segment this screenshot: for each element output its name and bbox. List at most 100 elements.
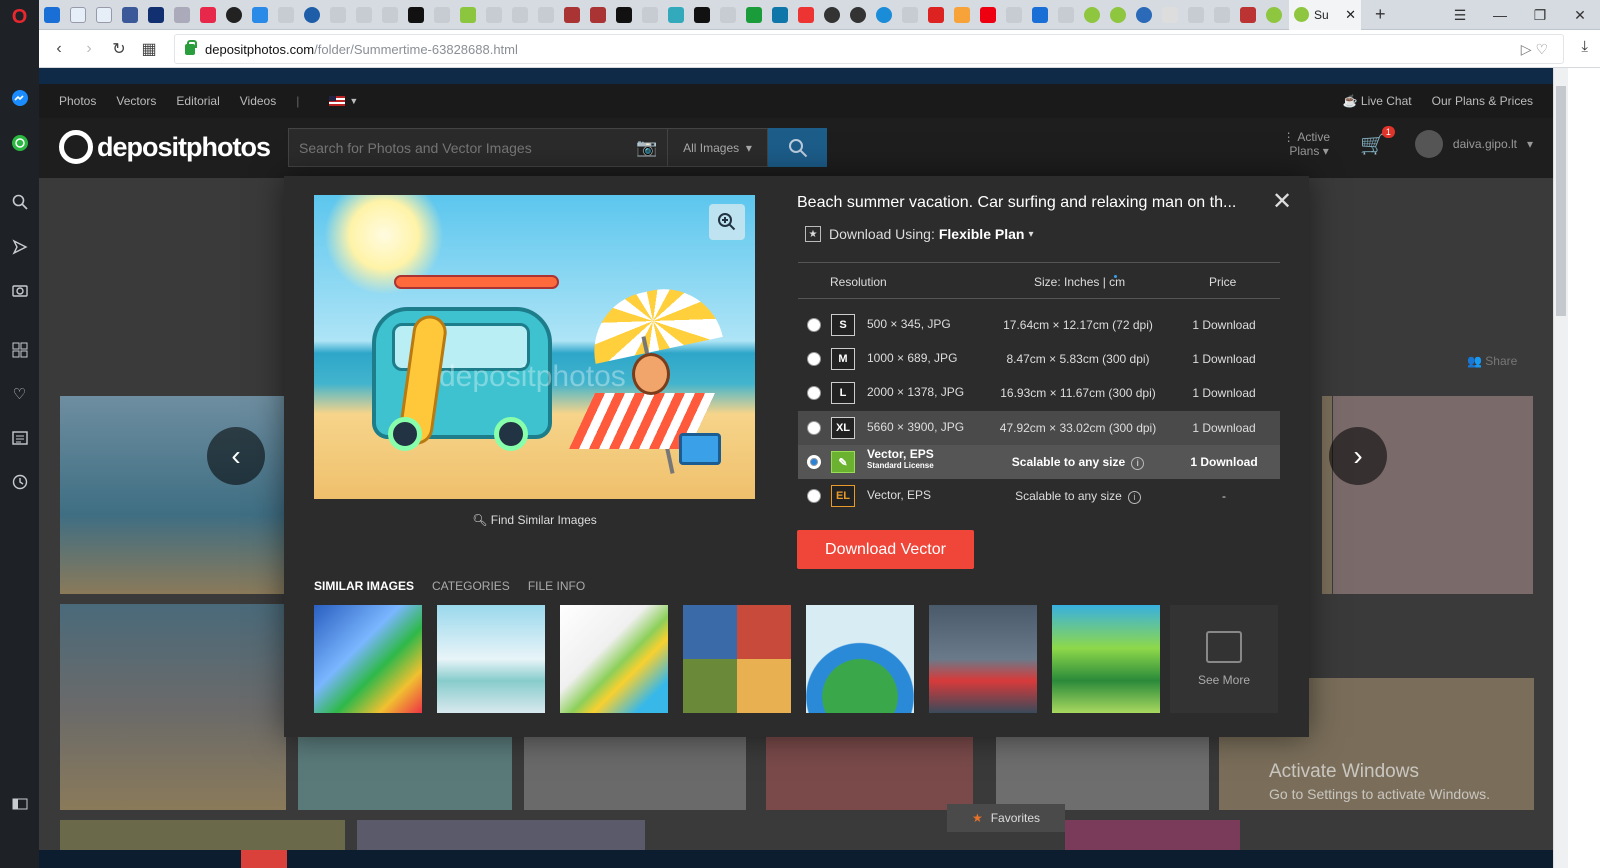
tab-icon[interactable] <box>429 0 455 30</box>
nav-videos[interactable]: Videos <box>240 94 276 108</box>
resolution-row[interactable]: L 2000 × 1378, JPG 16.93cm × 11.67cm (30… <box>798 376 1280 410</box>
tab-icon[interactable] <box>65 0 91 30</box>
close-tab-icon[interactable]: ✕ <box>1345 7 1356 23</box>
messenger-icon[interactable] <box>8 86 31 109</box>
news-icon[interactable] <box>8 426 31 449</box>
page-scrollbar[interactable] <box>1553 68 1568 868</box>
tab-icon[interactable] <box>143 0 169 30</box>
tab-icon[interactable] <box>481 0 507 30</box>
radio-button[interactable] <box>807 489 821 503</box>
minimize-button[interactable]: — <box>1480 7 1520 23</box>
tab-icon[interactable] <box>1001 0 1027 30</box>
zoom-in-icon[interactable] <box>709 204 745 240</box>
share-button[interactable]: 👥 Share <box>1467 354 1517 368</box>
send-icon[interactable] <box>8 235 31 258</box>
download-vector-button[interactable]: Download Vector <box>797 530 974 569</box>
search-icon[interactable] <box>8 190 31 213</box>
user-menu[interactable]: daiva.gipo.lt ▾ <box>1414 130 1533 158</box>
back-icon[interactable]: ‹ <box>44 40 74 58</box>
tab-icon[interactable] <box>299 0 325 30</box>
nav-photos[interactable]: Photos <box>59 94 96 108</box>
resolution-row[interactable]: S 500 × 345, JPG 17.64cm × 12.17cm (72 d… <box>798 308 1280 342</box>
reload-icon[interactable]: ↻ <box>104 39 134 59</box>
tab-icon[interactable] <box>689 0 715 30</box>
radio-button[interactable] <box>807 352 821 366</box>
similar-image[interactable] <box>437 605 545 713</box>
active-tab[interactable]: Su ✕ <box>1289 0 1361 30</box>
scrollbar-thumb[interactable] <box>1556 86 1566 316</box>
tab-categories[interactable]: CATEGORIES <box>432 579 510 593</box>
tab-icon[interactable] <box>117 0 143 30</box>
tab-icon[interactable] <box>975 0 1001 30</box>
radio-button-selected[interactable] <box>807 455 821 469</box>
tab-icon[interactable] <box>273 0 299 30</box>
tab-icon[interactable] <box>1105 0 1131 30</box>
cart-icon[interactable]: 🛒 1 <box>1360 125 1395 157</box>
tab-icon[interactable] <box>1261 0 1287 30</box>
similar-image[interactable] <box>314 605 422 713</box>
us-flag-icon[interactable] <box>329 96 346 106</box>
resolution-row[interactable]: XL 5660 × 3900, JPG 47.92cm × 33.02cm (3… <box>798 411 1280 445</box>
similar-image[interactable] <box>806 605 914 713</box>
forward-icon[interactable]: › <box>74 40 104 58</box>
tab-icon[interactable] <box>507 0 533 30</box>
bookmark-heart-icon[interactable]: ▷ ♡ <box>1521 41 1548 58</box>
tab-menu-icon[interactable]: ☰ <box>1440 7 1480 24</box>
tab-file-info[interactable]: FILE INFO <box>528 579 585 593</box>
tab-icon[interactable] <box>1235 0 1261 30</box>
tab-icon[interactable] <box>819 0 845 30</box>
close-icon[interactable]: ✕ <box>1272 190 1292 214</box>
depositphotos-logo[interactable]: depositphotos <box>59 130 271 164</box>
tab-icon[interactable] <box>1209 0 1235 30</box>
tab-icon[interactable] <box>585 0 611 30</box>
search-input[interactable] <box>289 129 627 166</box>
radio-button[interactable] <box>807 421 821 435</box>
tab-icon[interactable] <box>715 0 741 30</box>
tab-icon[interactable] <box>845 0 871 30</box>
grid-icon[interactable] <box>8 338 31 361</box>
tab-icon[interactable] <box>1131 0 1157 30</box>
tab-icon[interactable] <box>247 0 273 30</box>
search-button[interactable] <box>768 128 827 167</box>
heart-icon[interactable]: ♡ <box>8 382 31 405</box>
tab-icon[interactable] <box>1053 0 1079 30</box>
live-chat-link[interactable]: ☕ Live Chat <box>1343 94 1412 108</box>
gallery-tile[interactable] <box>996 737 1209 810</box>
gallery-tile[interactable] <box>60 396 290 594</box>
active-plans-menu[interactable]: ⋮ Active Plans ▾ <box>1283 130 1330 158</box>
tab-icon[interactable] <box>91 0 117 30</box>
tab-icon[interactable] <box>169 0 195 30</box>
similar-image[interactable] <box>560 605 668 713</box>
tab-icon[interactable] <box>663 0 689 30</box>
info-icon[interactable]: i <box>1131 457 1145 470</box>
info-icon[interactable]: i <box>1127 491 1141 504</box>
gallery-tile[interactable] <box>766 737 973 810</box>
download-icon[interactable]: ⤓ <box>1581 38 1588 55</box>
similar-image[interactable] <box>1052 605 1160 713</box>
speed-dial-icon[interactable]: ▦ <box>134 39 164 59</box>
similar-image[interactable] <box>683 605 791 713</box>
sidebar-toggle-icon[interactable] <box>8 792 31 815</box>
tab-icon[interactable] <box>611 0 637 30</box>
gallery-tile[interactable] <box>1333 396 1533 594</box>
similar-image[interactable] <box>929 605 1037 713</box>
tab-icon[interactable] <box>403 0 429 30</box>
tab-icon[interactable] <box>325 0 351 30</box>
tab-icon[interactable] <box>949 0 975 30</box>
tab-icon[interactable] <box>897 0 923 30</box>
radio-button[interactable] <box>807 318 821 332</box>
next-arrow-button[interactable]: › <box>1329 427 1387 485</box>
gallery-tile[interactable] <box>298 737 512 810</box>
resolution-row[interactable]: M 1000 × 689, JPG 8.47cm × 5.83cm (300 d… <box>798 342 1280 376</box>
tab-icon[interactable] <box>351 0 377 30</box>
our-plans-link[interactable]: Our Plans & Prices <box>1432 94 1533 108</box>
radio-button[interactable] <box>807 386 821 400</box>
tab-icon[interactable] <box>221 0 247 30</box>
whatsapp-icon[interactable] <box>8 131 31 154</box>
tab-icon[interactable] <box>741 0 767 30</box>
close-window-button[interactable]: ✕ <box>1560 7 1600 24</box>
image-type-select[interactable]: All Images ▾ <box>667 129 767 166</box>
url-field[interactable]: depositphotos.com /folder/Summertime-638… <box>174 34 1564 64</box>
tab-icon[interactable] <box>923 0 949 30</box>
restore-button[interactable]: ❐ <box>1520 7 1560 24</box>
